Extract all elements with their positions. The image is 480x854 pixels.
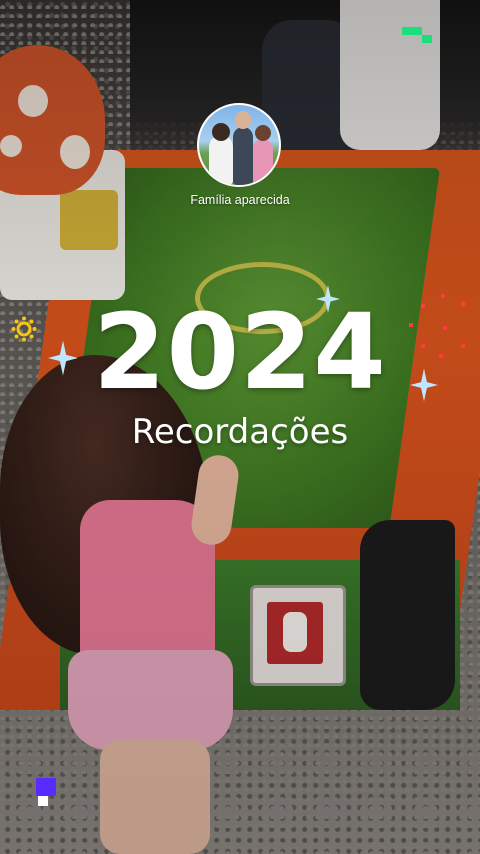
avatar-person	[209, 135, 233, 185]
avatar-person	[253, 139, 273, 185]
memory-year: 2024	[93, 291, 387, 413]
avatar-person-head	[212, 123, 230, 141]
avatar-label: Família aparecida	[190, 193, 290, 207]
sun-icon	[11, 316, 37, 342]
memory-story[interactable]: Família aparecida 2024 Recordações	[0, 0, 480, 854]
avatar-person-head	[235, 111, 251, 129]
memory-subtitle: Recordações	[131, 412, 349, 452]
pixel-purple-icon	[36, 778, 58, 808]
avatar[interactable]	[197, 103, 281, 187]
pixel-green-icon	[402, 27, 436, 49]
avatar-person-head	[255, 125, 271, 141]
avatar-person	[233, 127, 253, 185]
